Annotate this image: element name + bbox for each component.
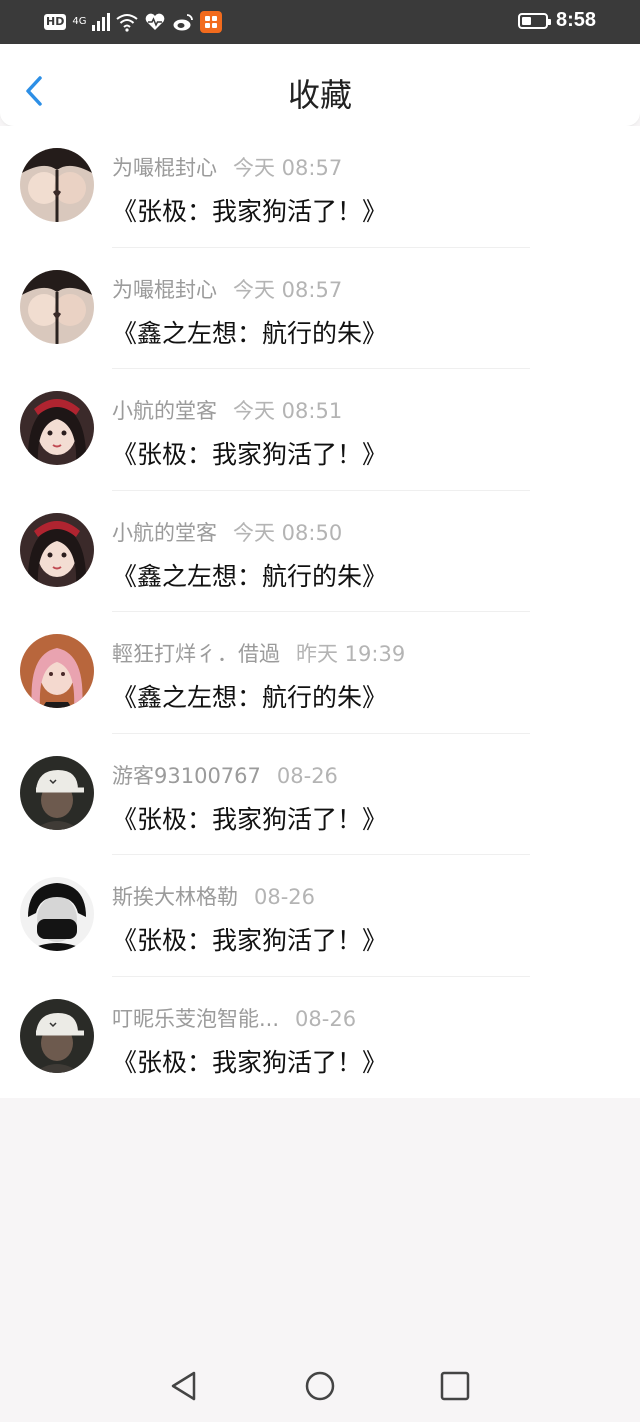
page-title: 收藏: [287, 76, 352, 114]
avatar[interactable]: [20, 634, 94, 708]
item-time: 今天 08:57: [233, 277, 343, 302]
item-message: 《张极：我家狗活了！》: [112, 1047, 388, 1077]
item-message: 《张极：我家狗活了！》: [112, 197, 388, 226]
list-item[interactable]: 斯挨大林格勒 08-26 《张极：我家狗活了！》: [0, 855, 640, 977]
hd-icon: HD: [44, 14, 67, 30]
item-username: 輕狂打烊彳．借過: [112, 642, 280, 666]
item-message: 《鑫之左想：航行的朱》: [112, 318, 388, 348]
list-item[interactable]: 为嘬棍封心 今天 08:57 《鑫之左想：航行的朱》: [0, 248, 640, 369]
status-icons-right: 8:58: [517, 9, 596, 32]
item-username: 叮昵乐芰泡智能...: [112, 1006, 280, 1031]
weibo-icon: [173, 14, 194, 31]
item-username: 为嘬棍封心: [112, 156, 217, 180]
item-message: 《张极：我家狗活了！》: [112, 926, 388, 955]
home-circle-icon[interactable]: [302, 1368, 338, 1404]
avatar[interactable]: [20, 998, 94, 1073]
item-time: 今天 08:51: [233, 399, 343, 423]
status-icons-left: HD 4G: [44, 10, 223, 34]
item-username: 游客93100767: [112, 763, 261, 788]
avatar[interactable]: [20, 877, 94, 951]
favorites-list: 为嘬棍封心 今天 08:57 《张极：我家狗活了！》 为嘬棍封心 今天 08:57 …: [0, 126, 640, 1098]
list-item[interactable]: 小航的堂客 今天 08:51 《张极：我家狗活了！》: [0, 369, 640, 491]
item-message: 《鑫之左想：航行的朱》: [112, 683, 388, 712]
signal-icon: [92, 13, 111, 31]
avatar[interactable]: [20, 512, 94, 587]
list-item[interactable]: 輕狂打烊彳．借過 昨天 19:39 《鑫之左想：航行的朱》: [0, 612, 640, 734]
battery-icon: [517, 12, 551, 29]
system-nav-bar: [0, 1350, 640, 1422]
item-time: 昨天 19:39: [296, 642, 406, 666]
item-time: 今天 08:50: [233, 520, 343, 545]
item-username: 小航的堂客: [112, 520, 217, 545]
item-username: 小航的堂客: [112, 399, 217, 423]
app-icon: [200, 11, 223, 33]
item-message: 《张极：我家狗活了！》: [112, 440, 388, 469]
avatar[interactable]: [20, 148, 94, 222]
avatar[interactable]: [20, 391, 94, 465]
item-message: 《张极：我家狗活了！》: [112, 804, 388, 834]
item-username: 斯挨大林格勒: [112, 885, 238, 909]
avatar[interactable]: [20, 755, 94, 830]
header: 收藏: [0, 44, 640, 127]
item-time: 今天 08:57: [233, 156, 343, 180]
avatar[interactable]: [20, 269, 94, 344]
network-label: 4G: [72, 16, 87, 27]
health-icon: [146, 13, 165, 30]
item-time: 08-26: [276, 763, 338, 788]
item-username: 为嘬棍封心: [112, 277, 217, 302]
list-item[interactable]: 小航的堂客 今天 08:50 《鑫之左想：航行的朱》: [0, 491, 640, 612]
wifi-icon: [116, 14, 139, 32]
recents-square-icon[interactable]: [437, 1368, 473, 1404]
list-item[interactable]: 游客93100767 08-26 《张极：我家狗活了！》: [0, 734, 640, 855]
list-item[interactable]: 为嘬棍封心 今天 08:57 《张极：我家狗活了！》: [0, 126, 640, 248]
status-time: 8:58: [555, 9, 596, 31]
back-triangle-icon[interactable]: [166, 1368, 202, 1404]
item-time: 08-26: [295, 1006, 357, 1031]
status-bar: HD 4G 8:58: [0, 0, 640, 44]
list-item[interactable]: 叮昵乐芰泡智能... 08-26 《张极：我家狗活了！》: [0, 977, 640, 1099]
item-message: 《鑫之左想：航行的朱》: [112, 561, 388, 591]
item-time: 08-26: [254, 885, 316, 909]
